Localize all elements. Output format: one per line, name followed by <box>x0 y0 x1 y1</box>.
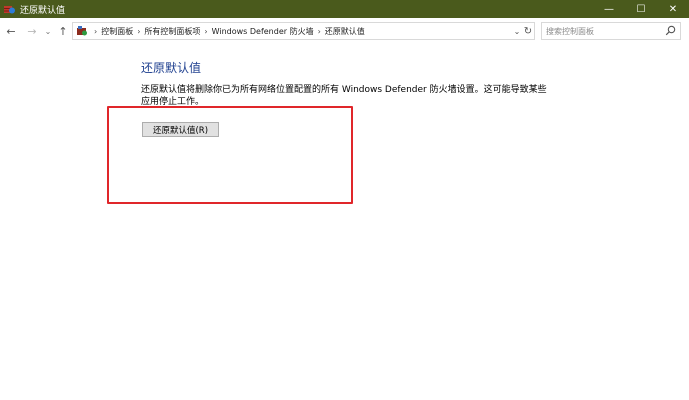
window-controls: — ☐ ✕ <box>593 0 689 18</box>
breadcrumb-separator: › <box>94 26 98 36</box>
forward-button[interactable]: → <box>25 23 39 39</box>
search-box[interactable] <box>541 22 681 40</box>
breadcrumb-separator: › <box>317 26 321 36</box>
maximize-button[interactable]: ☐ <box>625 0 657 18</box>
back-button[interactable]: ← <box>4 23 18 39</box>
title-bar: 还原默认值 — ☐ ✕ <box>0 0 689 18</box>
navigation-bar: ← → ⌄ ↑ › 控制面板 › 所有控制面板项 › Windows Defen… <box>0 21 689 41</box>
highlight-annotation-box <box>107 106 353 204</box>
up-button[interactable]: ↑ <box>56 23 70 39</box>
recent-locations-button[interactable]: ⌄ <box>43 23 53 39</box>
search-input[interactable] <box>546 26 664 36</box>
breadcrumb-separator: › <box>204 26 208 36</box>
refresh-button[interactable]: ↻ <box>522 26 534 37</box>
firewall-app-icon <box>4 4 15 15</box>
breadcrumb-windows-defender-firewall[interactable]: Windows Defender 防火墙 <box>212 26 314 37</box>
breadcrumb-restore-defaults[interactable]: 还原默认值 <box>325 26 365 37</box>
close-button[interactable]: ✕ <box>657 0 689 18</box>
breadcrumb-separator: › <box>137 26 141 36</box>
address-history-dropdown[interactable]: ⌄ <box>512 27 522 36</box>
address-bar[interactable]: › 控制面板 › 所有控制面板项 › Windows Defender 防火墙 … <box>72 22 535 40</box>
search-icon[interactable] <box>665 25 676 36</box>
page-heading: 还原默认值 <box>141 61 202 75</box>
minimize-button[interactable]: — <box>593 0 625 18</box>
window-title: 还原默认值 <box>20 5 66 16</box>
restore-defaults-button[interactable]: 还原默认值(R) <box>142 122 219 137</box>
restore-description: 还原默认值将删除你已为所有网络位置配置的所有 Windows Defender … <box>141 85 547 107</box>
address-bar-actions: ⌄ ↻ <box>512 23 534 39</box>
breadcrumb-control-panel[interactable]: 控制面板 <box>101 26 133 37</box>
control-panel-icon <box>76 25 88 37</box>
breadcrumb-all-control-panel-items[interactable]: 所有控制面板项 <box>144 26 200 37</box>
